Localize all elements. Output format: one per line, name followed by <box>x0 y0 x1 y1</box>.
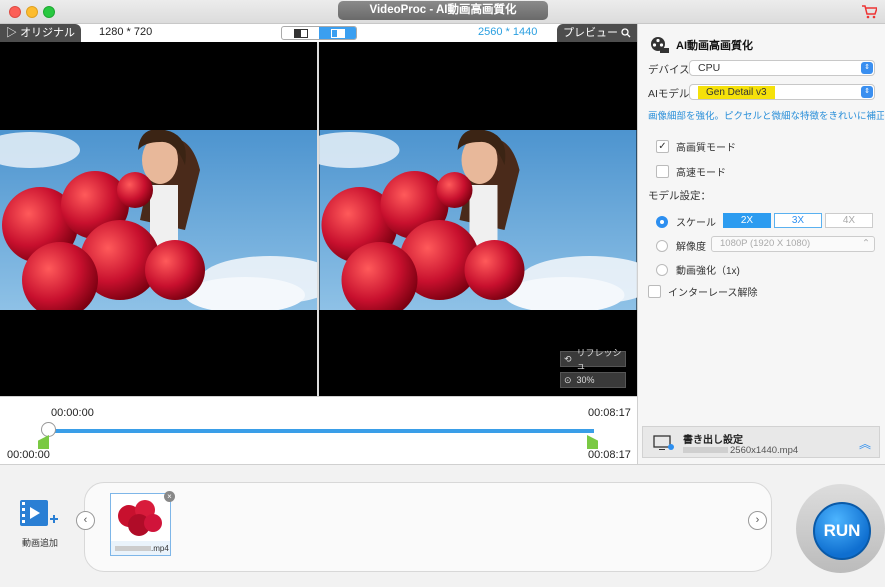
checkbox-icon[interactable] <box>656 165 669 178</box>
preview-header: ▷ オリジナル 1280 * 720 2560 * 1440 プレビュー <box>0 24 637 42</box>
media-tray <box>84 482 772 572</box>
trim-end-time: 00:08:17 <box>588 407 631 419</box>
cart-icon[interactable] <box>861 5 877 19</box>
zoom-control[interactable]: ⊙ 30% <box>560 372 626 388</box>
video-thumbnail[interactable]: .mp4 <box>110 493 171 556</box>
timeline-start: 00:00:00 <box>7 449 50 461</box>
scale-4x-button[interactable]: 4X <box>825 213 873 228</box>
timeline-end: 00:08:17 <box>588 449 631 461</box>
add-video-icon[interactable] <box>19 498 59 530</box>
resolution-select[interactable]: 1080P (1920 X 1080) ⌃ <box>711 236 875 252</box>
bottom-bar: 動画追加 ‹ › .mp4 × RUN <box>0 464 885 587</box>
zoom-window-button[interactable] <box>43 6 55 18</box>
play-icon: ▷ <box>6 27 21 39</box>
title-bar: VideoProc - AI動画高画質化 <box>0 0 885 24</box>
export-settings-bar[interactable]: 書き出し設定 2560x1440.mp4 ︽ <box>642 426 880 458</box>
preview-resolution: 2560 * 1440 <box>478 26 538 38</box>
original-resolution: 1280 * 720 <box>99 26 153 38</box>
select-arrow-icon: ⇕ <box>861 86 873 98</box>
radio-selected-icon[interactable] <box>656 215 668 228</box>
video-image <box>0 130 317 310</box>
scale-3x-button[interactable]: 3X <box>774 213 822 228</box>
expand-up-icon[interactable]: ︽ <box>859 435 871 452</box>
preview-tab[interactable]: プレビュー <box>557 24 637 42</box>
deinterlace-checkbox[interactable]: インターレース解除 <box>648 284 758 299</box>
window-title: VideoProc - AI動画高画質化 <box>338 1 548 20</box>
zoom-icon: ⊙ <box>564 374 572 385</box>
export-filename: 2560x1440.mp4 <box>683 445 798 456</box>
export-title: 書き出し設定 <box>683 435 743 446</box>
refresh-button[interactable]: ⟲ リフレッシュ <box>560 348 626 371</box>
radio-icon[interactable] <box>656 263 668 276</box>
original-video-frame <box>0 130 317 310</box>
thumbnail-image <box>111 494 170 541</box>
tray-next-button[interactable]: › <box>748 511 767 530</box>
trim-start-marker[interactable] <box>38 435 49 449</box>
film-reel-icon <box>651 37 669 53</box>
ai-model-select[interactable]: Gen Detail v3 ⇕ <box>689 84 875 100</box>
select-arrow-icon: ⇕ <box>861 62 873 74</box>
compare-divider[interactable] <box>317 42 319 396</box>
scale-radio[interactable]: スケール <box>656 214 716 229</box>
export-monitor-icon <box>653 435 674 450</box>
search-icon <box>621 28 631 38</box>
chevron-updown-icon: ⌃ <box>862 238 870 249</box>
model-settings-label: モデル設定： <box>648 190 711 202</box>
timeline-track[interactable] <box>44 429 594 433</box>
checkbox-checked-icon[interactable]: ✓ <box>656 140 669 153</box>
split-view-icon <box>330 28 345 38</box>
remove-thumbnail-icon[interactable]: × <box>164 491 175 502</box>
device-select[interactable]: CPU ⇕ <box>689 60 875 76</box>
original-tab[interactable]: ▷ オリジナル <box>0 24 82 42</box>
hq-mode-checkbox[interactable]: ✓ 高画質モード <box>656 139 736 154</box>
timeline: 00:00:00 00:08:17 00:00:00 00:08:17 <box>0 396 637 464</box>
view-mode-toggle[interactable] <box>281 26 357 40</box>
thumbnail-filename: .mp4 <box>111 544 170 553</box>
fast-mode-checkbox[interactable]: 高速モード <box>656 164 726 179</box>
trim-end-marker[interactable] <box>587 435 598 449</box>
resolution-radio[interactable]: 解像度 <box>656 238 706 253</box>
radio-icon[interactable] <box>656 239 668 252</box>
single-view-icon <box>293 28 308 38</box>
blurred-filename <box>683 447 728 453</box>
blurred-filename <box>115 546 151 551</box>
add-video-label: 動画追加 <box>22 538 59 548</box>
ai-model-value: Gen Detail v3 <box>698 86 775 99</box>
checkbox-icon[interactable] <box>648 285 661 298</box>
split-view-button[interactable] <box>319 27 356 39</box>
trim-start-time: 00:00:00 <box>51 407 94 419</box>
single-view-button[interactable] <box>282 27 319 39</box>
ai-model-label: AIモデル: <box>648 88 693 100</box>
settings-panel: AI動画高画質化 デバイス: CPU ⇕ AIモデル: Gen Detail v… <box>637 24 885 464</box>
tray-prev-button[interactable]: ‹ <box>76 511 95 530</box>
refresh-icon: ⟲ <box>564 353 572 364</box>
device-label: デバイス: <box>648 64 693 76</box>
playhead-knob[interactable] <box>41 422 56 437</box>
panel-header: AI動画高画質化 <box>650 36 753 54</box>
scale-2x-button[interactable]: 2X <box>723 213 771 228</box>
run-button[interactable]: RUN <box>813 502 871 560</box>
preview-video-frame <box>319 130 637 310</box>
model-description: 画像細部を強化。ピクセルと微細な特徴をきれいに補正！ピ <box>648 111 884 122</box>
close-window-button[interactable] <box>9 6 21 18</box>
minimize-window-button[interactable] <box>26 6 38 18</box>
enhance-radio[interactable]: 動画強化（1x) <box>656 262 740 277</box>
video-image <box>319 130 637 310</box>
